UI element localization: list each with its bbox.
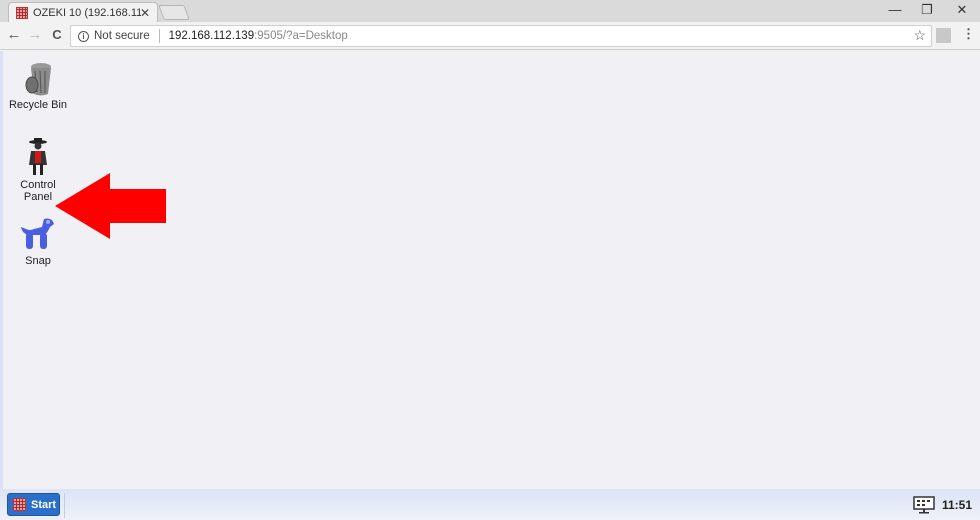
ozeki-logo-icon — [13, 498, 26, 511]
clock: 11:51 — [942, 498, 973, 512]
reload-button[interactable]: C — [48, 26, 66, 44]
desktop-icon-label: Control Panel — [20, 179, 56, 203]
forward-button[interactable]: → — [26, 26, 44, 44]
browser-toolbar: ← → C i Not secure 192.168.112.139:9505/… — [0, 22, 980, 50]
close-window-button[interactable]: ✕ — [947, 2, 977, 18]
url-path: :9505/?a=Desktop — [254, 30, 348, 42]
back-button[interactable]: ← — [5, 26, 23, 44]
security-label: Not secure — [94, 30, 150, 42]
recycle-bin-icon — [25, 63, 51, 96]
desktop-icon-label: Recycle Bin — [8, 99, 68, 111]
start-button[interactable]: Start — [7, 493, 60, 516]
info-icon[interactable]: i — [78, 30, 89, 42]
tab-title: OZEKI 10 (192.168.112.139:9505) — [33, 6, 141, 19]
minimize-button[interactable]: — — [880, 2, 910, 18]
url-host: 192.168.112.139 — [168, 30, 255, 42]
desktop-icon-label: Snap — [25, 255, 51, 267]
ozeki-favicon-icon — [16, 6, 28, 19]
desktop-icon-recycle-bin[interactable]: Recycle Bin — [3, 61, 73, 111]
tab-close-icon[interactable]: ✕ — [140, 6, 150, 20]
monitor-icon[interactable] — [913, 496, 935, 514]
browser-tab-strip: OZEKI 10 (192.168.112.139:9505) ✕ — ❐ ✕ — [0, 0, 980, 22]
control-panel-icon — [29, 138, 47, 175]
browser-tab[interactable]: OZEKI 10 (192.168.112.139:9505) ✕ — [8, 2, 158, 22]
taskbar: Start 11:51 — [0, 489, 980, 520]
divider — [158, 29, 160, 43]
start-label: Start — [31, 498, 57, 511]
bookmark-star-icon[interactable]: ☆ — [913, 27, 926, 44]
address-bar[interactable]: i Not secure 192.168.112.139:9505/?a=Des… — [70, 25, 932, 47]
snap-icon — [21, 218, 54, 249]
desktop-area: Recycle Bin Control Panel Snap — [0, 51, 980, 489]
new-tab-button[interactable] — [158, 5, 190, 20]
taskbar-divider — [64, 493, 65, 518]
restore-button[interactable]: ❐ — [912, 2, 942, 18]
extension-icon[interactable] — [936, 28, 951, 43]
red-arrow-annotation — [55, 173, 166, 239]
browser-menu-icon[interactable]: ⋮ — [962, 26, 975, 42]
